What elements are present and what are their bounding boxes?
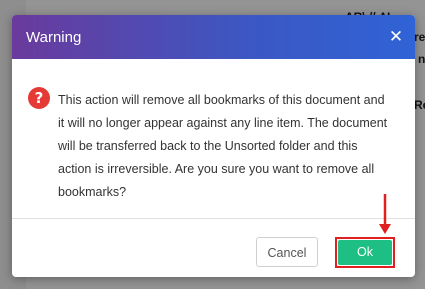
cancel-button[interactable]: Cancel [256,237,318,267]
ok-button-highlight: Ok [335,237,395,268]
warning-dialog: Warning ✕ ? This action will remove all … [12,15,415,277]
dialog-title: Warning [26,29,82,46]
svg-text:?: ? [35,89,44,107]
dialog-message: This action will remove all bookmarks of… [58,93,388,199]
ok-button[interactable]: Ok [338,240,392,265]
footer-divider [12,218,415,219]
dialog-header: Warning ✕ [12,15,415,59]
error-circle-icon: ? [28,87,50,109]
close-icon[interactable]: ✕ [387,28,405,46]
